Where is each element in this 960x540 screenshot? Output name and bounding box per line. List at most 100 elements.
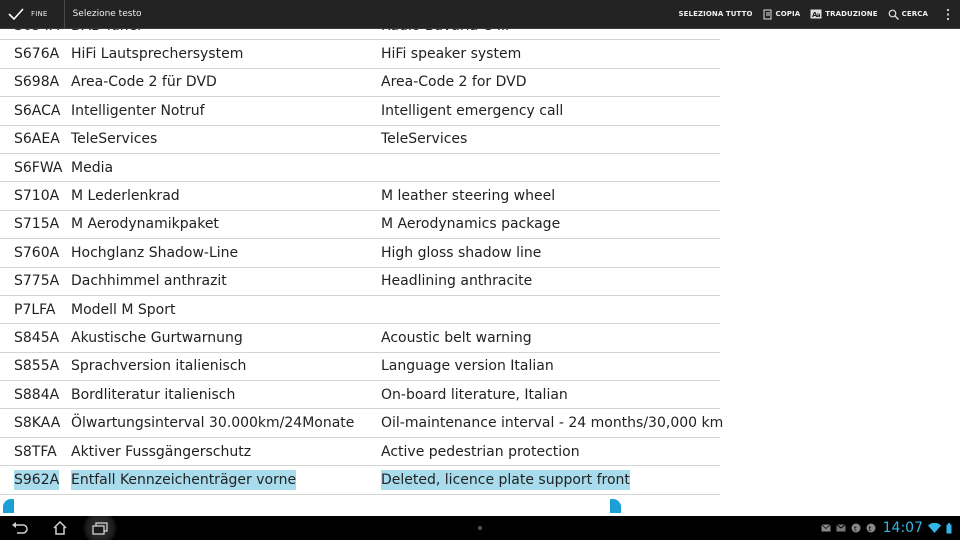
option-description-de: Bordliteratur italienisch bbox=[70, 387, 381, 403]
option-code: S710A bbox=[0, 188, 70, 204]
document-content[interactable]: S654A DAB-Tuner Radio Bavaria C III S676A Hi… bbox=[0, 29, 960, 516]
option-description-de-text: HiFi Lautsprechersystem bbox=[71, 46, 244, 63]
table-row[interactable]: S962A Entfall Kennzeichenträger vorne Dele… bbox=[0, 466, 720, 495]
table-row[interactable]: S6FWA Media bbox=[0, 154, 720, 183]
option-code: S962A bbox=[0, 469, 70, 490]
done-button[interactable]: FINE bbox=[0, 0, 56, 29]
option-description-en-text: Oil-maintenance interval - 24 months/30,… bbox=[381, 415, 724, 432]
table-row[interactable]: S8TFA Aktiver Fussgängerschutz Active pede… bbox=[0, 438, 720, 467]
copy-label: COPIA bbox=[775, 10, 801, 18]
option-code: S8TFA bbox=[0, 444, 70, 460]
option-description-de-text: TeleServices bbox=[71, 131, 158, 148]
option-description-en-text: Language version Italian bbox=[381, 358, 554, 375]
option-description-de-text: M Lederlenkrad bbox=[71, 188, 180, 205]
option-description-en-text: HiFi speaker system bbox=[381, 46, 522, 63]
option-code: S760A bbox=[0, 245, 70, 261]
table-row[interactable]: S676A HiFi Lautsprechersystem HiFi speaker… bbox=[0, 40, 720, 69]
option-description-en-text: Intelligent emergency call bbox=[381, 102, 564, 119]
email-icon bbox=[820, 524, 831, 532]
wifi-icon bbox=[928, 523, 941, 533]
option-description-de: Intelligenter Notruf bbox=[70, 103, 381, 119]
option-description-de: Entfall Kennzeichenträger vorne bbox=[70, 469, 381, 490]
option-description-en-text: TeleServices bbox=[381, 131, 468, 148]
table-row[interactable]: S884A Bordliteratur italienisch On-board l… bbox=[0, 381, 720, 410]
option-code: S698A bbox=[0, 74, 70, 90]
option-code-text: S8TFA bbox=[14, 443, 57, 460]
option-description-de-text: Bordliteratur italienisch bbox=[71, 386, 236, 403]
option-description-en: M leather steering wheel bbox=[381, 188, 720, 204]
table-row[interactable]: S855A Sprachversion italienisch Language v… bbox=[0, 353, 720, 382]
option-description-de: M Lederlenkrad bbox=[70, 188, 381, 204]
option-description-en-text: Radio Bavaria C III bbox=[381, 29, 509, 34]
option-code-text: S845A bbox=[14, 329, 60, 346]
option-description-en: High gloss shadow line bbox=[381, 245, 720, 261]
option-code-text: S855A bbox=[14, 358, 60, 375]
table-row[interactable]: S710A M Lederlenkrad M leather steering wh… bbox=[0, 182, 720, 211]
option-description-en: M Aerodynamics package bbox=[381, 216, 720, 232]
search-button[interactable]: CERCA bbox=[888, 9, 928, 20]
home-icon bbox=[52, 521, 68, 535]
translate-icon: Aa bbox=[810, 9, 822, 19]
option-code-text: S715A bbox=[14, 216, 60, 233]
option-code: S6FWA bbox=[0, 160, 70, 176]
option-description-de-text: Entfall Kennzeichenträger vorne bbox=[71, 469, 297, 490]
home-button[interactable] bbox=[40, 516, 80, 540]
done-label: FINE bbox=[31, 10, 48, 18]
svg-text:t: t bbox=[868, 525, 871, 533]
option-description-de-text: Akustische Gurtwarnung bbox=[71, 329, 243, 346]
option-code: S6AEA bbox=[0, 131, 70, 147]
option-description-en-text: Active pedestrian protection bbox=[381, 443, 580, 460]
navigation-bar: t t 14:07 bbox=[0, 516, 960, 540]
table-row[interactable]: S698A Area-Code 2 für DVD Area-Code 2 for … bbox=[0, 69, 720, 98]
translate-label: TRADUZIONE bbox=[825, 10, 878, 18]
options-table: S654A DAB-Tuner Radio Bavaria C III S676A Hi… bbox=[0, 29, 724, 495]
option-description-de: M Aerodynamikpaket bbox=[70, 216, 381, 232]
table-row[interactable]: S6AEA TeleServices TeleServices bbox=[0, 126, 720, 154]
copy-icon bbox=[763, 9, 773, 20]
option-description-de-text: Dachhimmel anthrazit bbox=[71, 273, 227, 290]
option-code: S884A bbox=[0, 387, 70, 403]
table-row[interactable]: P7LFA Modell M Sport bbox=[0, 296, 720, 325]
table-row[interactable]: S654A DAB-Tuner Radio Bavaria C III bbox=[0, 29, 720, 41]
option-code-text: P7LFA bbox=[14, 301, 56, 318]
table-row[interactable]: S760A Hochglanz Shadow-Line High gloss sha… bbox=[0, 239, 720, 268]
option-code: P7LFA bbox=[0, 302, 70, 318]
option-description-de-text: Hochglanz Shadow-Line bbox=[71, 244, 239, 261]
option-description-en: Oil-maintenance interval - 24 months/30,… bbox=[381, 415, 724, 432]
copy-button[interactable]: COPIA bbox=[763, 9, 801, 20]
table-row[interactable]: S845A Akustische Gurtwarnung Acoustic belt… bbox=[0, 324, 720, 353]
recent-apps-button[interactable] bbox=[80, 516, 120, 540]
checkmark-icon bbox=[8, 7, 24, 21]
option-description-de: Sprachversion italienisch bbox=[70, 358, 381, 374]
option-description-de-text: Aktiver Fussgängerschutz bbox=[71, 443, 252, 460]
table-row[interactable]: S8KAA Ölwartungsinterval 30.000km/24Monat… bbox=[0, 409, 724, 438]
option-description-de-text: Media bbox=[71, 159, 114, 176]
table-row[interactable]: S715A M Aerodynamikpaket M Aerodynamics pa… bbox=[0, 211, 720, 240]
option-code: S775A bbox=[0, 273, 70, 289]
option-code-text: S8KAA bbox=[14, 415, 61, 432]
option-description-en: On-board literature, Italian bbox=[381, 387, 720, 403]
option-description-de: Hochglanz Shadow-Line bbox=[70, 245, 381, 261]
option-code-text: S6FWA bbox=[14, 159, 63, 176]
action-bar: FINE Selezione testo SELEZIONA TUTTO COP… bbox=[0, 0, 960, 29]
translate-button[interactable]: Aa TRADUZIONE bbox=[810, 9, 878, 19]
option-code-text: S710A bbox=[14, 188, 60, 205]
table-row[interactable]: S6ACA Intelligenter Notruf Intelligent eme… bbox=[0, 97, 720, 126]
option-description-en: Headlining anthracite bbox=[381, 273, 720, 289]
option-code: S676A bbox=[0, 46, 70, 62]
svg-text:a: a bbox=[817, 12, 821, 19]
option-description-en: TeleServices bbox=[381, 131, 720, 147]
select-all-button[interactable]: SELEZIONA TUTTO bbox=[678, 10, 752, 18]
back-button[interactable] bbox=[0, 516, 40, 540]
table-row[interactable]: S775A Dachhimmel anthrazit Headlining anth… bbox=[0, 268, 720, 296]
option-code-text: S760A bbox=[14, 244, 60, 261]
option-description-en-text: M Aerodynamics package bbox=[381, 216, 561, 233]
option-description-en: Area-Code 2 for DVD bbox=[381, 74, 720, 90]
search-label: CERCA bbox=[901, 10, 928, 18]
back-icon bbox=[11, 522, 29, 534]
selection-handle-start[interactable] bbox=[3, 499, 14, 513]
overflow-menu-button[interactable] bbox=[936, 8, 960, 21]
option-code: S845A bbox=[0, 330, 70, 346]
status-area[interactable]: t t 14:07 bbox=[820, 516, 952, 540]
option-description-en: Deleted, licence plate support front bbox=[381, 469, 720, 490]
